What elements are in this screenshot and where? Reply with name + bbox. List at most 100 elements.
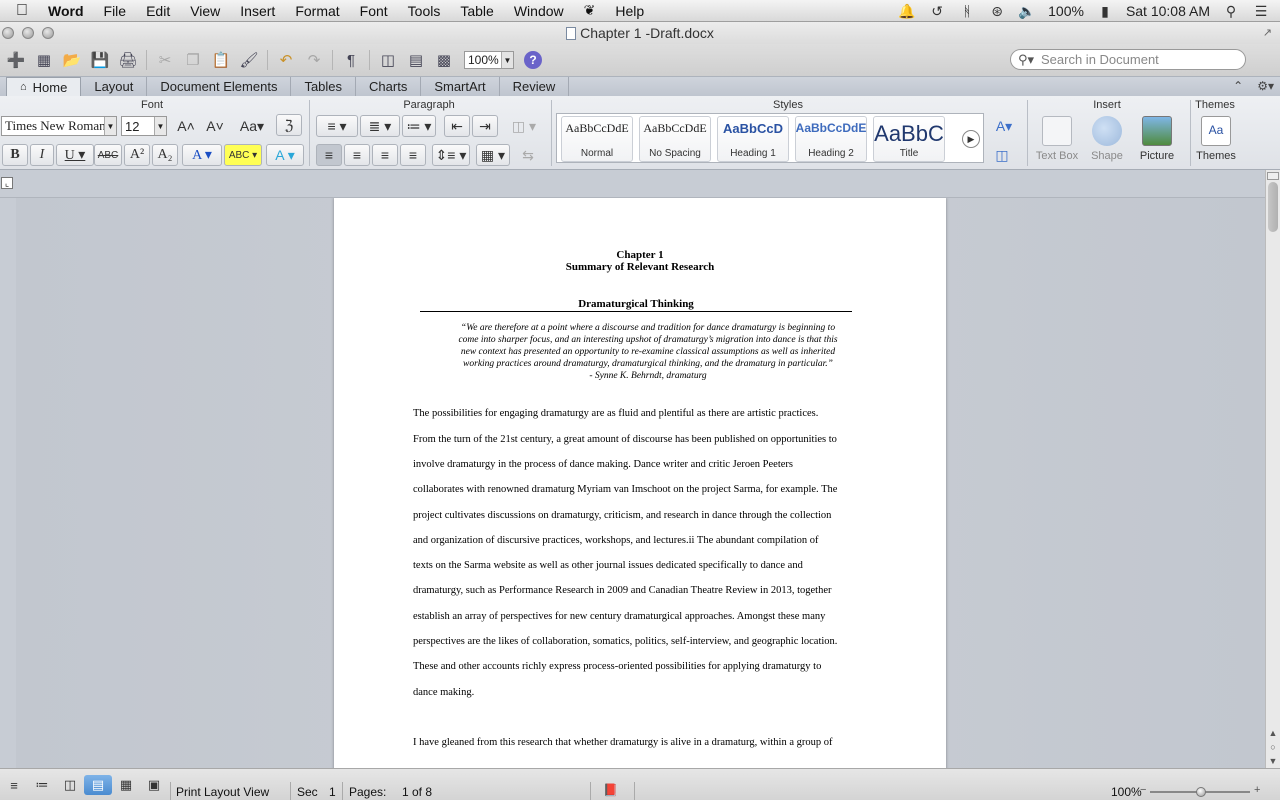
zoom-window-button[interactable] bbox=[42, 27, 54, 39]
justify-button[interactable]: ≡ bbox=[400, 144, 426, 166]
tab-charts[interactable]: Charts bbox=[356, 77, 422, 96]
ribbon-settings-icon[interactable]: ⚙▾ bbox=[1257, 79, 1274, 93]
paste-icon[interactable]: 📋 bbox=[207, 48, 235, 72]
change-case-icon[interactable]: Aa▾ bbox=[236, 115, 268, 137]
menu-tools[interactable]: Tools bbox=[398, 3, 451, 19]
font-name-select[interactable]: Times New Roman ▼ bbox=[1, 116, 117, 136]
align-left-button[interactable]: ≡ bbox=[316, 144, 342, 166]
tab-stop-selector[interactable]: ⌞ bbox=[1, 177, 13, 189]
minimize-window-button[interactable] bbox=[22, 27, 34, 39]
insert-text-box[interactable]: Text Box bbox=[1032, 116, 1082, 162]
sidebar-icon[interactable]: ▤ bbox=[402, 48, 430, 72]
apple-menu-icon[interactable]:  bbox=[16, 2, 38, 20]
wifi-icon[interactable]: ⊛ bbox=[988, 3, 1006, 20]
style-title[interactable]: AaBbC Title bbox=[873, 116, 945, 162]
search-in-document[interactable]: ⚲▾ Search in Document bbox=[1010, 49, 1246, 70]
collapse-ribbon-icon[interactable]: ⌃ bbox=[1233, 79, 1243, 93]
menu-window[interactable]: Window bbox=[504, 3, 574, 19]
spelling-check-icon[interactable]: 📕 bbox=[603, 783, 618, 797]
zoom-slider[interactable]: − + bbox=[1140, 784, 1260, 797]
align-right-button[interactable]: ≡ bbox=[372, 144, 398, 166]
styles-pane-icon[interactable]: ◫ bbox=[990, 144, 1014, 166]
tab-smartart[interactable]: SmartArt bbox=[421, 77, 500, 96]
document-canvas[interactable]: Chapter 1 Summary of Relevant Research D… bbox=[16, 198, 1265, 768]
underline-button[interactable]: U ▾ bbox=[56, 144, 94, 166]
spotlight-icon[interactable]: ⚲ bbox=[1222, 3, 1240, 20]
style-no-spacing[interactable]: AaBbCcDdE No Spacing bbox=[639, 116, 711, 162]
style-normal[interactable]: AaBbCcDdE Normal bbox=[561, 116, 633, 162]
themes-button[interactable]: Aa Themes bbox=[1191, 116, 1241, 162]
zoom-out-icon[interactable]: − bbox=[1140, 784, 1146, 796]
templates-icon[interactable]: ▦ bbox=[30, 48, 58, 72]
undo-icon[interactable]: ↶ bbox=[272, 48, 300, 72]
style-heading-2[interactable]: AaBbCcDdE Heading 2 bbox=[795, 116, 867, 162]
clear-formatting-icon[interactable]: ℨ bbox=[276, 114, 302, 136]
browse-object-icon[interactable]: ○ bbox=[1270, 742, 1275, 752]
menu-view[interactable]: View bbox=[180, 3, 230, 19]
line-spacing-button[interactable]: ⇕≡ ▾ bbox=[432, 144, 470, 166]
zoom-in-icon[interactable]: + bbox=[1254, 784, 1260, 796]
volume-icon[interactable]: 🔈 bbox=[1018, 3, 1036, 20]
print-layout-view-icon[interactable]: ▤ bbox=[84, 775, 112, 795]
tab-tables[interactable]: Tables bbox=[291, 77, 357, 96]
menu-insert[interactable]: Insert bbox=[230, 3, 285, 19]
scroll-down-icon[interactable]: ▼ bbox=[1269, 756, 1278, 766]
tab-home[interactable]: ⌂ Home bbox=[6, 77, 82, 96]
cut-icon[interactable]: ✂ bbox=[151, 48, 179, 72]
insert-picture[interactable]: Picture bbox=[1132, 116, 1182, 162]
text-direction-icon[interactable]: ⇆ bbox=[514, 144, 542, 166]
bluetooth-icon[interactable]: ᚻ bbox=[958, 3, 976, 19]
menu-font[interactable]: Font bbox=[350, 3, 398, 19]
shrink-font-icon[interactable]: A˅ bbox=[202, 115, 228, 137]
manage-styles-icon[interactable]: A▾ bbox=[990, 115, 1018, 137]
menu-app-word[interactable]: Word bbox=[38, 3, 94, 19]
font-color-button[interactable]: A ▾ bbox=[182, 144, 222, 166]
vertical-scrollbar[interactable]: ▲ ○ ▼ bbox=[1265, 170, 1280, 768]
tab-review[interactable]: Review bbox=[500, 77, 570, 96]
menu-clock[interactable]: Sat 10:08 AM bbox=[1126, 3, 1210, 19]
menu-table[interactable]: Table bbox=[450, 3, 503, 19]
fullscreen-icon[interactable]: ↗ bbox=[1263, 26, 1272, 39]
insert-shape[interactable]: Shape bbox=[1082, 116, 1132, 162]
superscript-button[interactable]: A² bbox=[124, 144, 150, 166]
multilevel-list-button[interactable]: ≔ ▾ bbox=[402, 115, 436, 137]
tab-layout[interactable]: Layout bbox=[81, 77, 148, 96]
media-browser-icon[interactable]: ▩ bbox=[430, 48, 458, 72]
borders-button[interactable]: ▦ ▾ bbox=[476, 144, 510, 166]
strikethrough-button[interactable]: ABC bbox=[94, 144, 122, 166]
menu-format[interactable]: Format bbox=[285, 3, 349, 19]
notification-center-icon[interactable]: ☰ bbox=[1252, 3, 1270, 20]
zoom-slider-knob[interactable] bbox=[1196, 787, 1206, 797]
menu-help[interactable]: Help bbox=[605, 3, 654, 19]
draft-view-icon[interactable]: ≡ bbox=[0, 775, 28, 795]
scroll-thumb[interactable] bbox=[1268, 182, 1278, 232]
show-formatting-icon[interactable]: ¶ bbox=[337, 48, 365, 72]
view-layout-icon[interactable]: ◫ bbox=[374, 48, 402, 72]
italic-button[interactable]: I bbox=[30, 144, 54, 166]
numbering-button[interactable]: ≣ ▾ bbox=[360, 115, 400, 137]
time-machine-icon[interactable]: ↺ bbox=[928, 3, 946, 20]
print-icon[interactable]: 🖨 bbox=[114, 48, 142, 72]
notifications-icon[interactable]: 🔔 bbox=[898, 3, 916, 20]
tab-document-elements[interactable]: Document Elements bbox=[147, 77, 292, 96]
focus-view-icon[interactable]: ▣ bbox=[140, 775, 168, 795]
new-document-icon[interactable]: ➕ bbox=[2, 48, 30, 72]
font-size-select[interactable]: 12 ▼ bbox=[121, 116, 167, 136]
text-effects-button[interactable]: A ▾ bbox=[266, 144, 304, 166]
format-painter-icon[interactable]: 🖌 bbox=[235, 48, 263, 72]
subscript-button[interactable]: A₂ bbox=[152, 144, 178, 166]
document-page[interactable]: Chapter 1 Summary of Relevant Research D… bbox=[334, 198, 946, 768]
redo-icon[interactable]: ↷ bbox=[300, 48, 328, 72]
notebook-view-icon[interactable]: ▦ bbox=[112, 775, 140, 795]
bullets-button[interactable]: ≡ ▾ bbox=[316, 115, 358, 137]
battery-icon[interactable]: ▮ bbox=[1096, 3, 1114, 20]
align-center-button[interactable]: ≡ bbox=[344, 144, 370, 166]
split-handle[interactable] bbox=[1267, 172, 1279, 180]
scroll-up-icon[interactable]: ▲ bbox=[1269, 728, 1278, 738]
menu-edit[interactable]: Edit bbox=[136, 3, 180, 19]
copy-icon[interactable]: ❐ bbox=[179, 48, 207, 72]
increase-indent-icon[interactable]: ⇥ bbox=[472, 115, 498, 137]
grow-font-icon[interactable]: A˄ bbox=[174, 115, 198, 137]
style-heading-1[interactable]: AaBbCcD Heading 1 bbox=[717, 116, 789, 162]
close-window-button[interactable] bbox=[2, 27, 14, 39]
